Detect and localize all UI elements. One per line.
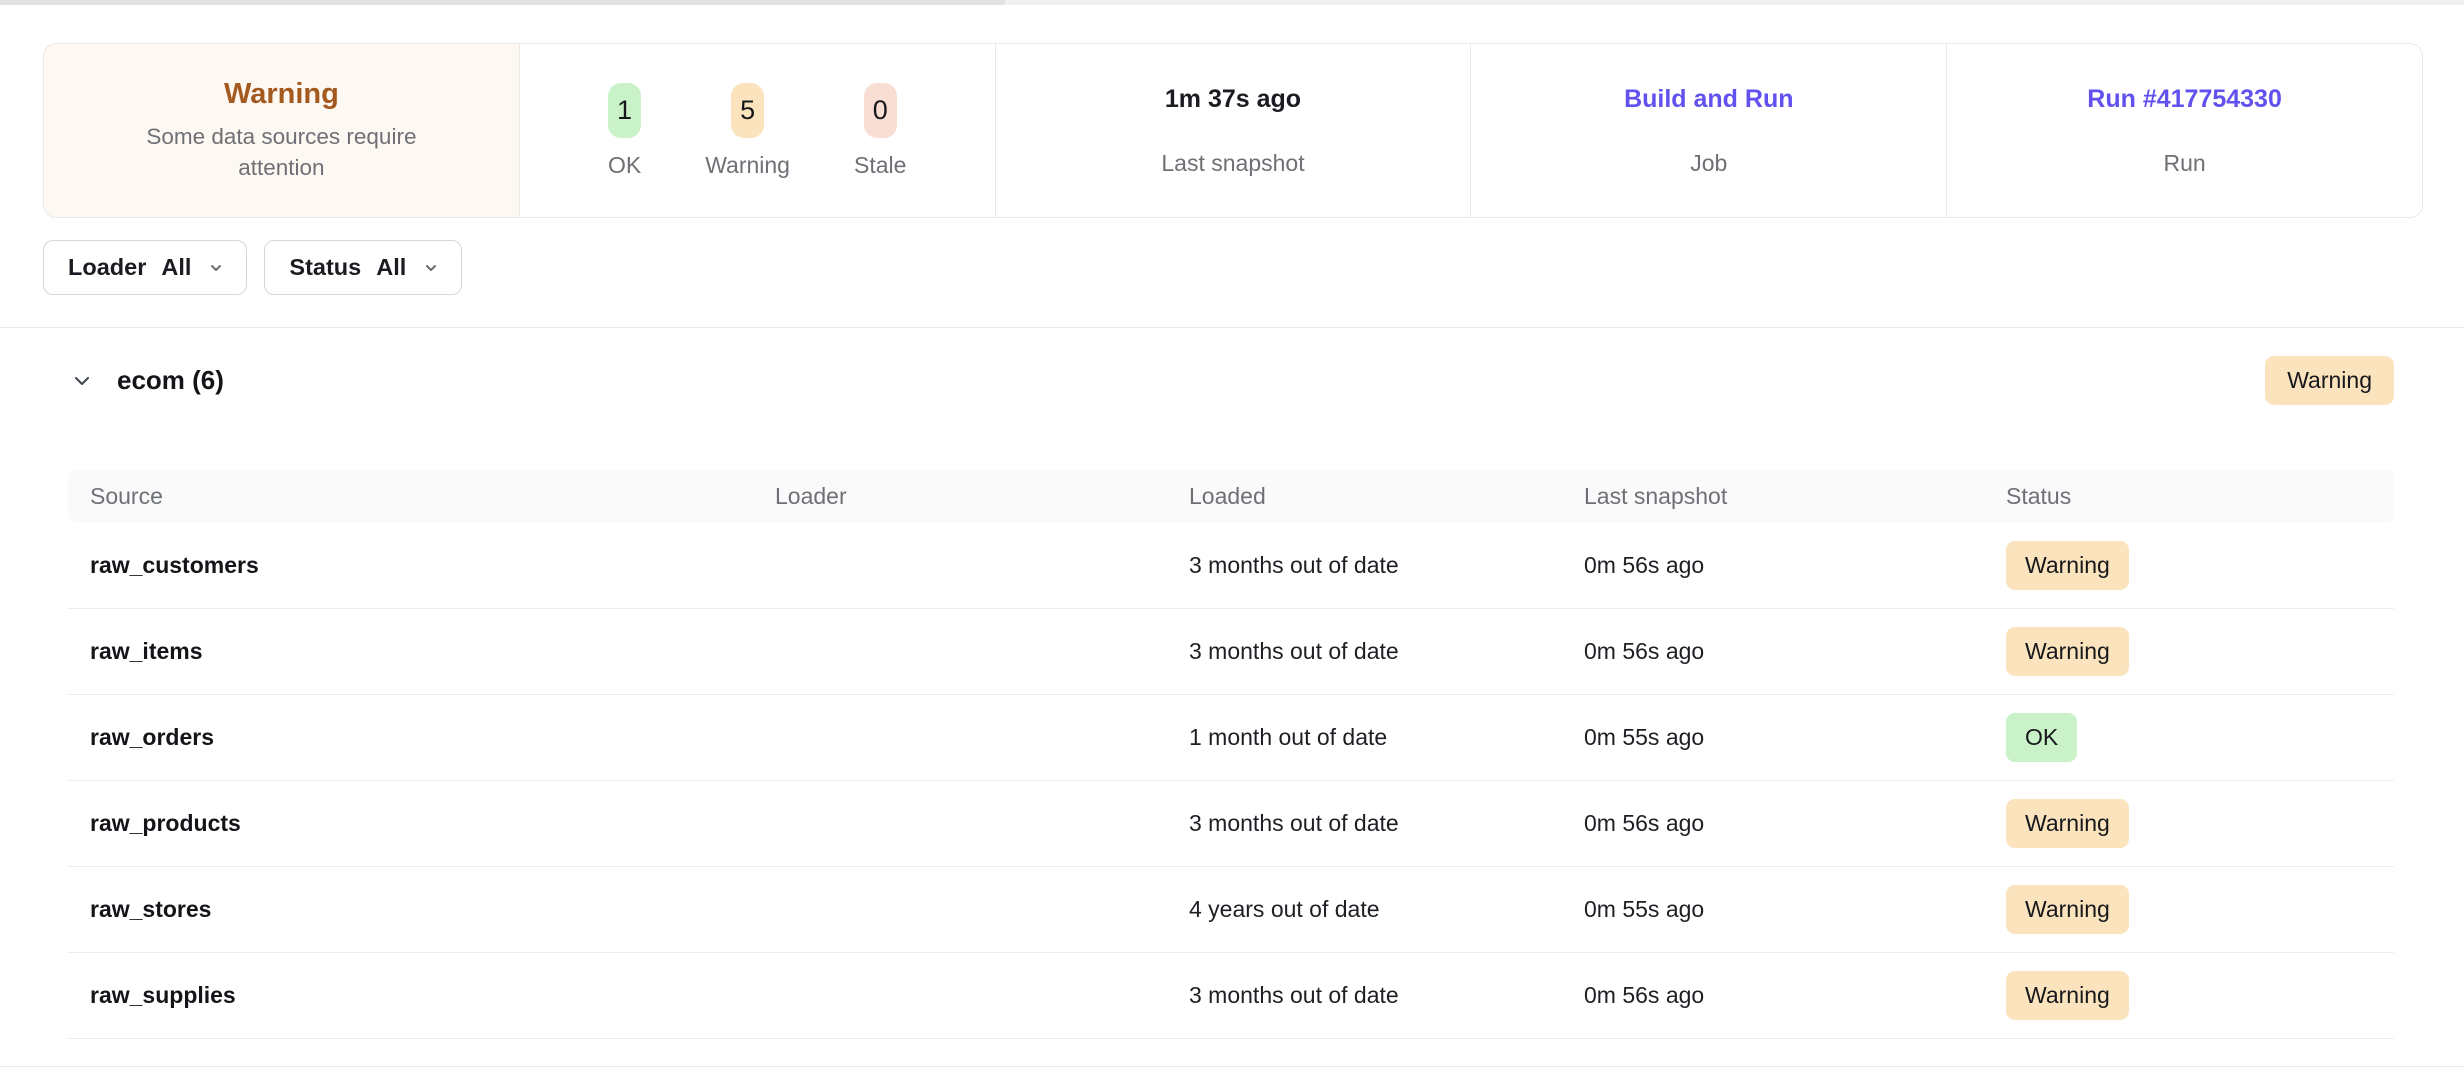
loader-filter-name: Loader <box>68 254 146 281</box>
stat-ok: 1 OK <box>608 83 641 179</box>
stat-warning-count: 5 <box>731 83 764 138</box>
top-scrollbar-thumb[interactable] <box>0 0 1005 5</box>
summary-last-snapshot-section: 1m 37s ago Last snapshot <box>995 44 1471 217</box>
status-filter-name: Status <box>289 254 361 281</box>
last-snapshot-label: Last snapshot <box>1161 150 1304 177</box>
status-badge: Warning <box>2006 799 2129 848</box>
table-row: raw_supplies 3 months out of date 0m 56s… <box>68 953 2394 1039</box>
stat-stale-count: 0 <box>864 83 897 138</box>
column-header-loaded: Loaded <box>1189 483 1584 510</box>
status-filter-dropdown[interactable]: Status All <box>264 240 462 295</box>
status-badge: Warning <box>2006 541 2129 590</box>
stat-ok-label: OK <box>608 152 641 179</box>
loaded-cell: 3 months out of date <box>1189 982 1584 1009</box>
sources-table: Source Loader Loaded Last snapshot Statu… <box>68 470 2394 1039</box>
last-snapshot-cell: 0m 56s ago <box>1584 552 2006 579</box>
loaded-cell: 3 months out of date <box>1189 810 1584 837</box>
source-name: raw_products <box>68 810 775 837</box>
table-row: raw_items 3 months out of date 0m 56s ag… <box>68 609 2394 695</box>
summary-card: Warning Some data sources require attent… <box>43 43 2423 218</box>
loaded-cell: 1 month out of date <box>1189 724 1584 751</box>
table-row: raw_orders 1 month out of date 0m 55s ag… <box>68 695 2394 781</box>
group-header-ecom[interactable]: ecom (6) Warning <box>43 352 2394 408</box>
column-header-source: Source <box>68 483 775 510</box>
loader-filter-dropdown[interactable]: Loader All <box>43 240 247 295</box>
source-name: raw_items <box>68 638 775 665</box>
stat-stale: 0 Stale <box>854 83 906 179</box>
summary-job-section: Build and Run Job <box>1470 44 1946 217</box>
stat-stale-label: Stale <box>854 152 906 179</box>
summary-status-section: Warning Some data sources require attent… <box>44 44 519 217</box>
last-snapshot-cell: 0m 55s ago <box>1584 896 2006 923</box>
last-snapshot-cell: 0m 55s ago <box>1584 724 2006 751</box>
summary-stats-section: 1 OK 5 Warning 0 Stale <box>519 44 995 217</box>
table-row: raw_stores 4 years out of date 0m 55s ag… <box>68 867 2394 953</box>
top-scrollbar-track <box>0 0 2464 5</box>
loaded-cell: 4 years out of date <box>1189 896 1584 923</box>
stat-warning: 5 Warning <box>705 83 790 179</box>
summary-run-section: Run #417754330 Run <box>1946 44 2422 217</box>
job-link[interactable]: Build and Run <box>1624 85 1793 114</box>
table-row: raw_customers 3 months out of date 0m 56… <box>68 523 2394 609</box>
stat-ok-count: 1 <box>608 83 641 138</box>
column-header-loader: Loader <box>775 483 1189 510</box>
last-snapshot-cell: 0m 56s ago <box>1584 638 2006 665</box>
chevron-down-icon <box>421 258 441 278</box>
loaded-cell: 3 months out of date <box>1189 638 1584 665</box>
last-snapshot-cell: 0m 56s ago <box>1584 982 2006 1009</box>
source-name: raw_supplies <box>68 982 775 1009</box>
loaded-cell: 3 months out of date <box>1189 552 1584 579</box>
summary-status-subtitle: Some data sources require attention <box>134 121 429 183</box>
status-badge: OK <box>2006 713 2077 762</box>
table-row: raw_products 3 months out of date 0m 56s… <box>68 781 2394 867</box>
source-name: raw_orders <box>68 724 775 751</box>
loader-filter-value: All <box>161 254 191 281</box>
source-name: raw_stores <box>68 896 775 923</box>
section-divider <box>0 1066 2464 1067</box>
column-header-status: Status <box>2006 483 2394 510</box>
group-status-badge: Warning <box>2265 356 2394 405</box>
section-divider <box>0 327 2464 328</box>
status-badge: Warning <box>2006 971 2129 1020</box>
table-header-row: Source Loader Loaded Last snapshot Statu… <box>68 470 2394 523</box>
source-name: raw_customers <box>68 552 775 579</box>
status-filter-value: All <box>376 254 406 281</box>
stat-warning-label: Warning <box>705 152 790 179</box>
run-label: Run <box>2163 150 2205 177</box>
status-badge: Warning <box>2006 627 2129 676</box>
group-title: ecom (6) <box>117 365 224 396</box>
summary-status-title: Warning <box>224 78 339 111</box>
run-link[interactable]: Run #417754330 <box>2087 85 2282 114</box>
column-header-last-snapshot: Last snapshot <box>1584 483 2006 510</box>
status-badge: Warning <box>2006 885 2129 934</box>
last-snapshot-cell: 0m 56s ago <box>1584 810 2006 837</box>
last-snapshot-value: 1m 37s ago <box>1165 85 1301 114</box>
filter-bar: Loader All Status All <box>43 240 462 295</box>
chevron-down-icon <box>206 258 226 278</box>
job-label: Job <box>1690 150 1727 177</box>
chevron-down-icon[interactable] <box>70 368 94 392</box>
